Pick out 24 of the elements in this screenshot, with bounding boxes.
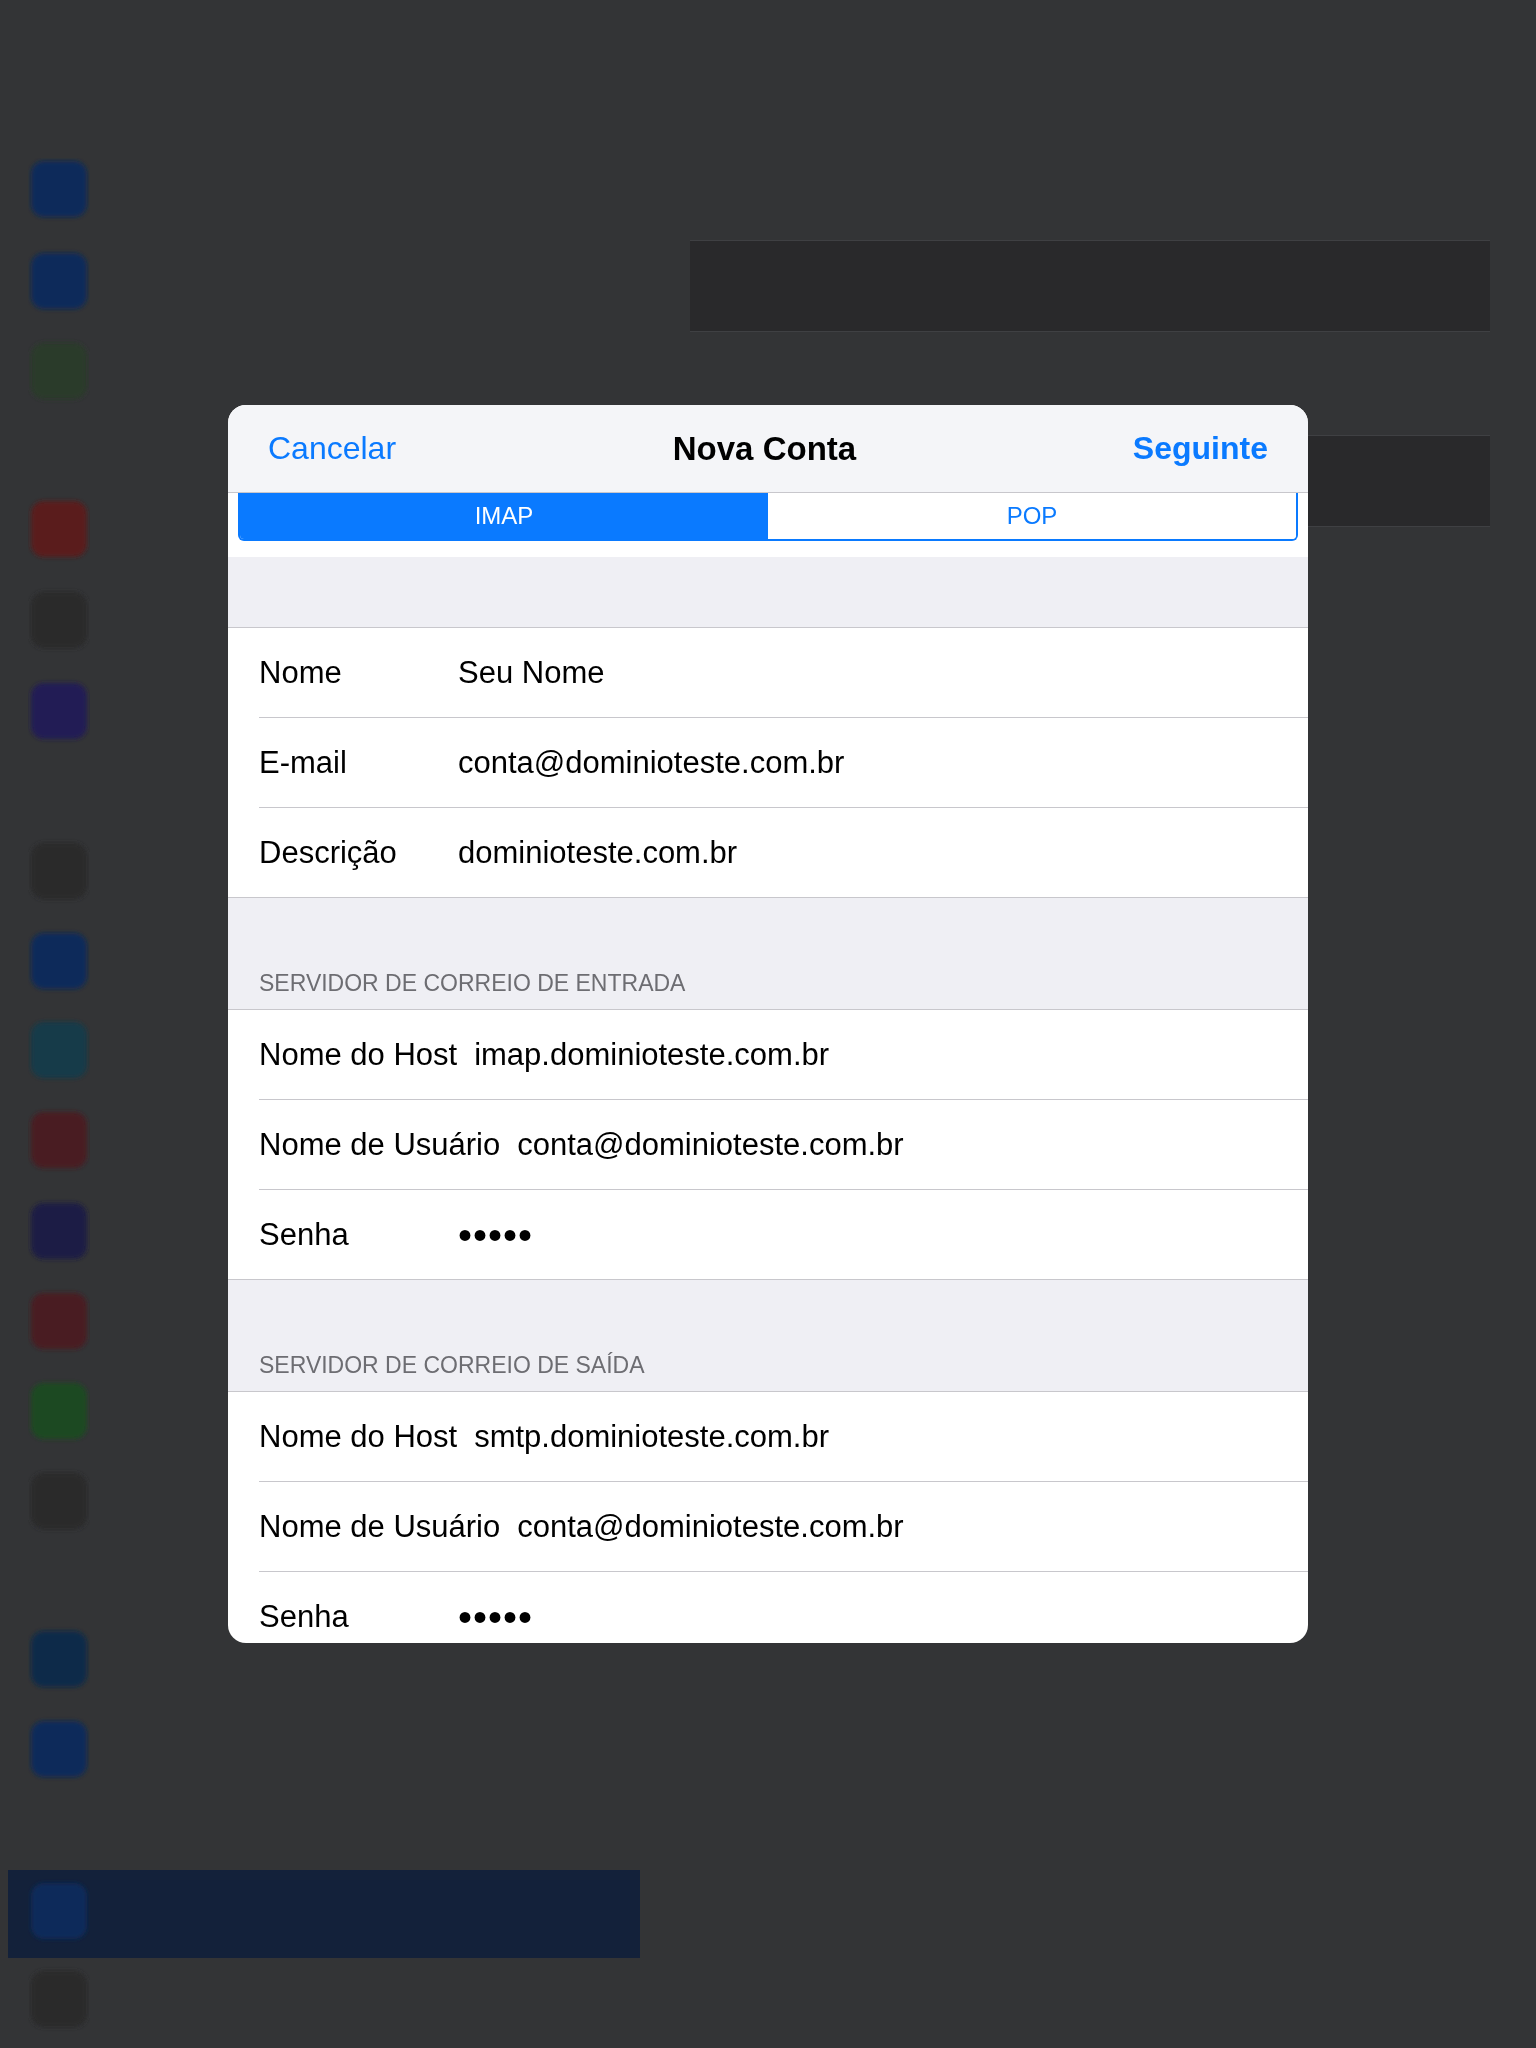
field-label: Nome de Usuário [259,1126,501,1163]
field-label: Senha [259,1598,350,1635]
input-field[interactable]: conta@dominioteste.com.br [517,1126,904,1163]
section-header: SERVIDOR DE CORREIO DE ENTRADA [259,970,686,997]
field-label: E-mail [259,744,348,781]
dialog-title: Nova Conta [672,429,857,468]
field-label: Senha [259,1216,350,1253]
segment-tab[interactable]: IMAP [240,493,768,539]
next-button[interactable]: Seguinte [1132,430,1268,467]
field-label: Descrição [259,834,398,871]
input-field[interactable]: imap.dominioteste.com.br [474,1036,830,1073]
input-field[interactable]: Seu Nome [458,654,605,691]
field-label: Nome [259,654,343,691]
cancel-button[interactable]: Cancelar [268,430,397,467]
input-field[interactable]: dominioteste.com.br [458,834,738,871]
field-label: Nome do Host [259,1418,458,1455]
field-label: Nome de Usuário [259,1508,501,1545]
section-header: SERVIDOR DE CORREIO DE SAÍDA [259,1352,645,1379]
field-label: Nome do Host [259,1036,458,1073]
password-field[interactable]: ••••• [458,1596,534,1637]
input-field[interactable]: conta@dominioteste.com.br [517,1508,904,1545]
input-field[interactable]: conta@dominioteste.com.br [458,744,845,781]
input-field[interactable]: smtp.dominioteste.com.br [474,1418,830,1455]
password-field[interactable]: ••••• [458,1214,534,1255]
